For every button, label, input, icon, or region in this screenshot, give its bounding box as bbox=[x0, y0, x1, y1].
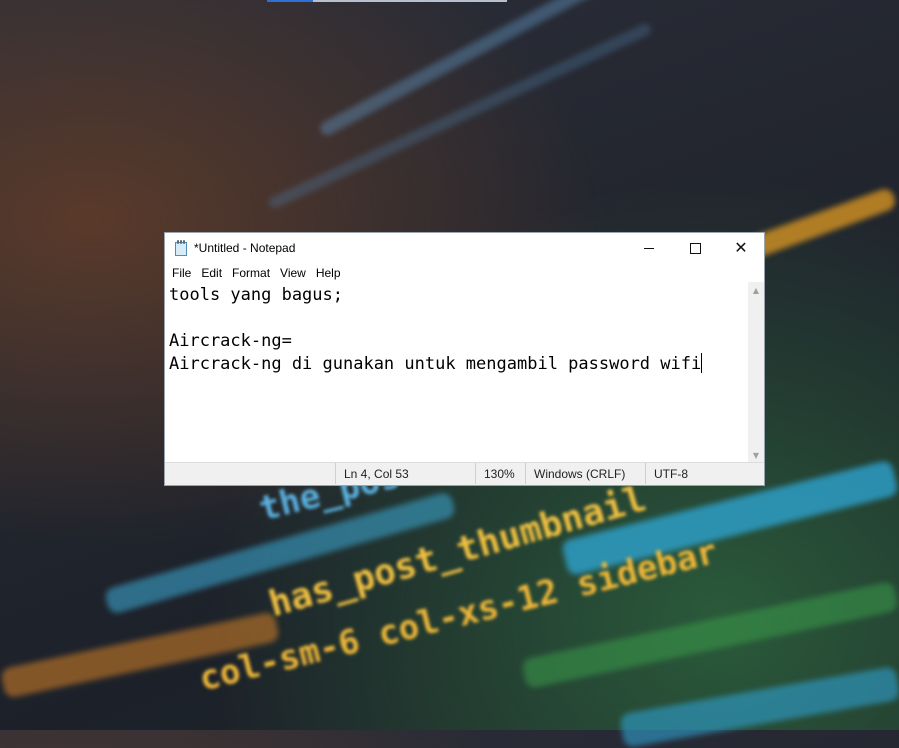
text-editor[interactable]: tools yang bagus;​Aircrack-ng=Aircrack-n… bbox=[165, 282, 748, 463]
menu-edit[interactable]: Edit bbox=[196, 266, 227, 280]
bg-blur-line bbox=[619, 665, 899, 748]
editor-line: tools yang bagus; bbox=[169, 285, 343, 305]
title-bar[interactable]: *Untitled - Notepad ✕ bbox=[165, 233, 764, 263]
close-button[interactable]: ✕ bbox=[718, 233, 764, 263]
status-position: Ln 4, Col 53 bbox=[335, 463, 475, 484]
close-icon: ✕ bbox=[734, 238, 748, 257]
menu-bar: File Edit Format View Help bbox=[165, 263, 764, 282]
status-encoding: UTF-8 bbox=[645, 463, 749, 484]
status-bar: Ln 4, Col 53 130% Windows (CRLF) UTF-8 bbox=[165, 462, 764, 485]
status-zoom: 130% bbox=[475, 463, 525, 484]
minimize-icon bbox=[644, 247, 654, 249]
editor-line: Aircrack-ng di gunakan untuk mengambil p… bbox=[169, 353, 703, 374]
vertical-scrollbar[interactable]: ▲ ▼ bbox=[748, 282, 764, 463]
menu-format[interactable]: Format bbox=[227, 266, 275, 280]
menu-help[interactable]: Help bbox=[311, 266, 346, 280]
maximize-icon bbox=[689, 242, 701, 254]
menu-view[interactable]: View bbox=[275, 266, 311, 280]
editor-line: Aircrack-ng= bbox=[169, 331, 292, 351]
taskbar-strip bbox=[267, 0, 507, 2]
bg-blur-line bbox=[317, 0, 643, 138]
notepad-window[interactable]: *Untitled - Notepad ✕ File Edit Format V… bbox=[164, 232, 765, 486]
status-line-ending: Windows (CRLF) bbox=[525, 463, 645, 484]
minimize-button[interactable] bbox=[626, 233, 672, 263]
maximize-button[interactable] bbox=[672, 233, 718, 263]
menu-file[interactable]: File bbox=[167, 266, 196, 280]
text-caret bbox=[701, 353, 703, 373]
scroll-down-icon[interactable]: ▼ bbox=[748, 447, 764, 463]
editor-line: ​ bbox=[169, 307, 748, 330]
window-title: *Untitled - Notepad bbox=[194, 241, 296, 255]
scroll-up-icon[interactable]: ▲ bbox=[748, 282, 764, 298]
notepad-icon bbox=[174, 240, 188, 256]
